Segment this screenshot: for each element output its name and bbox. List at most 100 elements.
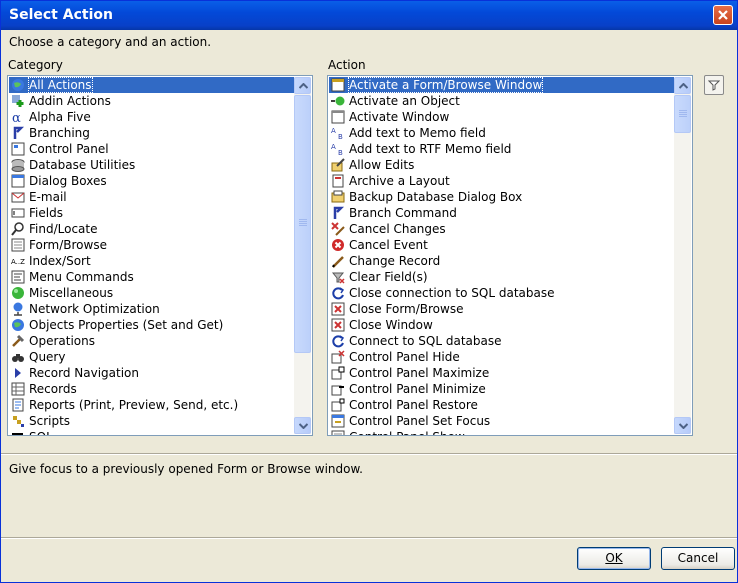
action-item[interactable]: Control Panel Set Focus (329, 413, 674, 429)
category-item[interactable]: Objects Properties (Set and Get) (9, 317, 294, 333)
action-item-label: Control Panel Hide (349, 350, 460, 364)
category-item[interactable]: Form/Browse (9, 237, 294, 253)
action-item-label: Control Panel Minimize (349, 382, 486, 396)
branch-icon (11, 126, 25, 140)
action-scrollbar[interactable] (674, 77, 691, 434)
svg-text:B: B (338, 133, 343, 140)
category-item[interactable]: Query (9, 349, 294, 365)
category-item[interactable]: Dialog Boxes (9, 173, 294, 189)
category-item-label: Index/Sort (29, 254, 91, 268)
cancel-event-icon (331, 238, 345, 252)
action-item[interactable]: Activate Window (329, 109, 674, 125)
category-item-label: Operations (29, 334, 95, 348)
category-item-label: Records (29, 382, 77, 396)
category-item[interactable]: Control Panel (9, 141, 294, 157)
category-item[interactable]: Operations (9, 333, 294, 349)
category-item[interactable]: Addin Actions (9, 93, 294, 109)
action-list[interactable]: Activate a Form/Browse Window Activate an… (327, 75, 693, 436)
category-scroll-down-button[interactable] (294, 417, 311, 434)
action-item[interactable]: Close Form/Browse (329, 301, 674, 317)
form-icon (11, 238, 25, 252)
category-item[interactable]: Database Utilities (9, 157, 294, 173)
cancel-button[interactable]: Cancel (661, 547, 735, 570)
category-item[interactable]: Record Navigation (9, 365, 294, 381)
action-item[interactable]: Clear Field(s) (329, 269, 674, 285)
close-icon (718, 10, 728, 20)
action-item[interactable]: Archive a Layout (329, 173, 674, 189)
filter-icon (708, 80, 720, 91)
action-item[interactable]: Close Window (329, 317, 674, 333)
action-item[interactable]: Control Panel Minimize (329, 381, 674, 397)
category-item-label: Scripts (29, 414, 71, 428)
title-bar[interactable]: Select Action (1, 1, 737, 30)
control-panel-icon (11, 142, 25, 156)
category-scroll-thumb[interactable] (294, 95, 311, 353)
action-item[interactable]: Control Panel Hide (329, 349, 674, 365)
category-item-label: Control Panel (29, 142, 109, 156)
globe-icon (11, 78, 25, 92)
close-button[interactable] (713, 5, 733, 25)
sql-connection-icon (331, 286, 345, 300)
category-item[interactable]: A..Z Index/Sort (9, 253, 294, 269)
category-item-label: Alpha Five (29, 110, 91, 124)
category-scrollbar[interactable] (294, 77, 311, 434)
action-item-label: Clear Field(s) (349, 270, 428, 284)
action-item[interactable]: A B Add text to Memo field (329, 125, 674, 141)
action-item[interactable]: Connect to SQL database (329, 333, 674, 349)
svg-text:B: B (338, 149, 343, 156)
category-item[interactable]: α Alpha Five (9, 109, 294, 126)
category-item[interactable]: SQL (9, 429, 294, 435)
email-icon (11, 190, 25, 204)
action-item[interactable]: Control Panel Maximize (329, 365, 674, 381)
category-item[interactable]: Find/Locate (9, 221, 294, 237)
arrow-up-icon (679, 83, 688, 89)
category-item[interactable]: E-mail (9, 189, 294, 205)
category-item-label: Form/Browse (29, 238, 107, 252)
category-item[interactable]: Network Optimization (9, 301, 294, 317)
action-scroll-thumb[interactable] (674, 95, 691, 133)
category-item[interactable]: Scripts (9, 413, 294, 429)
category-list[interactable]: All Actions Addin Actions α Alpha Five Branc… (7, 75, 313, 436)
action-item[interactable]: Control Panel Show (329, 429, 674, 435)
action-item-label: Cancel Event (349, 238, 428, 252)
action-item[interactable]: Change Record (329, 253, 674, 269)
action-item[interactable]: Close connection to SQL database (329, 285, 674, 301)
category-item[interactable]: All Actions (9, 77, 294, 93)
filter-button[interactable] (704, 75, 724, 95)
action-item-label: Add text to RTF Memo field (349, 142, 512, 156)
category-item[interactable]: Miscellaneous (9, 285, 294, 301)
category-item[interactable]: Menu Commands (9, 269, 294, 285)
category-item-label: Network Optimization (29, 302, 160, 316)
action-item-label: Activate Window (349, 110, 450, 124)
svg-text:α: α (12, 111, 21, 124)
category-item[interactable]: Reports (Print, Preview, Send, etc.) (9, 397, 294, 413)
addin-icon (11, 94, 25, 108)
category-item-label: Addin Actions (29, 94, 111, 108)
action-item[interactable]: Backup Database Dialog Box (329, 189, 674, 205)
category-item[interactable]: Records (9, 381, 294, 397)
ok-button[interactable]: OK (577, 547, 651, 570)
action-rows: Activate a Form/Browse Window Activate an… (329, 77, 674, 435)
action-label: Action (328, 58, 366, 72)
action-item[interactable]: A B Add text to RTF Memo field (329, 141, 674, 157)
window-icon (331, 110, 345, 124)
category-scroll-up-button[interactable] (294, 77, 311, 94)
category-item-label: Query (29, 350, 66, 364)
panel-focus-icon (331, 414, 345, 428)
action-scroll-up-button[interactable] (674, 77, 691, 94)
action-item[interactable]: Control Panel Restore (329, 397, 674, 413)
action-item[interactable]: Allow Edits (329, 157, 674, 173)
action-description: Give focus to a previously opened Form o… (9, 462, 363, 476)
action-item[interactable]: Branch Command (329, 205, 674, 221)
action-item-label: Control Panel Restore (349, 398, 478, 412)
action-scroll-down-button[interactable] (674, 417, 691, 434)
action-item[interactable]: Activate an Object (329, 93, 674, 109)
svg-text:A..Z: A..Z (11, 258, 25, 266)
action-item[interactable]: Activate a Form/Browse Window (329, 77, 674, 93)
action-item[interactable]: Cancel Event (329, 237, 674, 253)
action-item-label: Cancel Changes (349, 222, 446, 236)
category-item[interactable]: Fields (9, 205, 294, 221)
action-item[interactable]: Cancel Changes (329, 221, 674, 237)
navigation-icon (11, 366, 25, 380)
category-item[interactable]: Branching (9, 125, 294, 141)
